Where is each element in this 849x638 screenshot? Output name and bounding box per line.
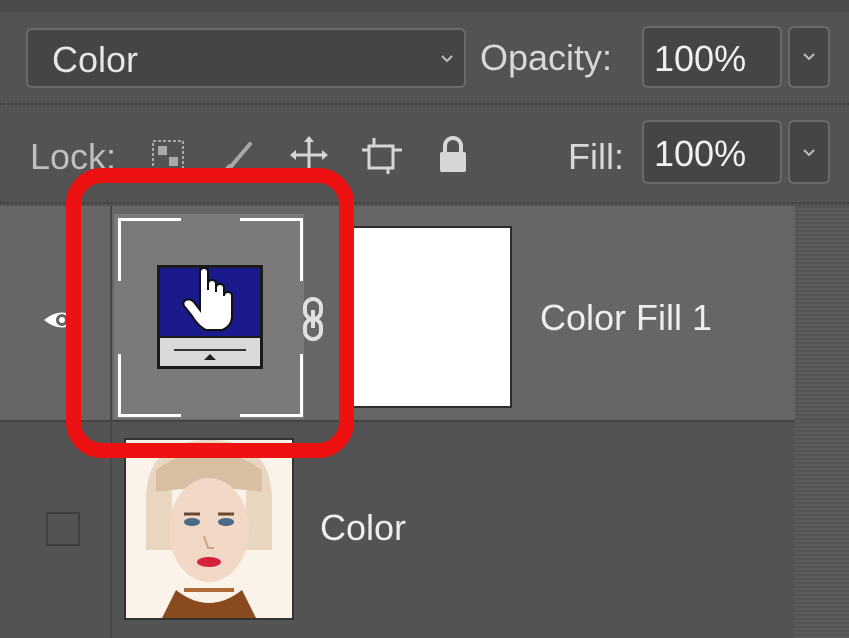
lock-artboard-icon[interactable]	[360, 136, 404, 176]
blend-mode-value: Color	[52, 39, 139, 80]
separator	[0, 103, 849, 105]
photo-portrait-thumbnail[interactable]	[124, 438, 294, 620]
visibility-toggle-off[interactable]	[46, 512, 80, 546]
adjustment-layer-computer-hand-icon	[157, 265, 263, 369]
chevron-down-icon	[803, 149, 815, 157]
lock-transparent-pixels-icon[interactable]	[150, 138, 186, 174]
layer-name-color-fill[interactable]: Color Fill 1	[540, 300, 712, 336]
panel-scrollbar[interactable]	[795, 206, 849, 638]
opacity-value: 100%	[654, 38, 747, 79]
separator	[0, 202, 849, 204]
fill-slider-button[interactable]	[788, 120, 830, 184]
opacity-slider-button[interactable]	[788, 26, 830, 88]
panel-top-strip	[0, 0, 849, 12]
chevron-down-icon	[803, 53, 815, 61]
lock-position-icon[interactable]	[288, 134, 330, 176]
opacity-field[interactable]: 100%	[642, 26, 782, 88]
link-chain-icon[interactable]	[302, 296, 324, 342]
fill-label: Fill:	[568, 136, 624, 177]
layers-panel: Color Opacity: 100% Lock: Fill: 100% Col…	[0, 0, 849, 638]
chevron-down-icon	[441, 55, 453, 63]
fill-value: 100%	[654, 133, 747, 174]
blend-mode-dropdown[interactable]: Color	[26, 28, 466, 88]
visibility-column	[0, 206, 112, 638]
portrait-image	[126, 440, 292, 618]
opacity-label: Opacity:	[480, 37, 613, 78]
row-divider	[0, 420, 849, 422]
lock-all-icon[interactable]	[436, 134, 470, 176]
eye-icon[interactable]	[40, 305, 84, 335]
lock-image-pixels-icon[interactable]	[220, 136, 260, 176]
fill-field[interactable]: 100%	[642, 120, 782, 184]
layer-mask-thumbnail[interactable]	[352, 226, 512, 408]
layer-name-color[interactable]: Color	[320, 510, 406, 546]
lock-label: Lock:	[30, 136, 117, 177]
